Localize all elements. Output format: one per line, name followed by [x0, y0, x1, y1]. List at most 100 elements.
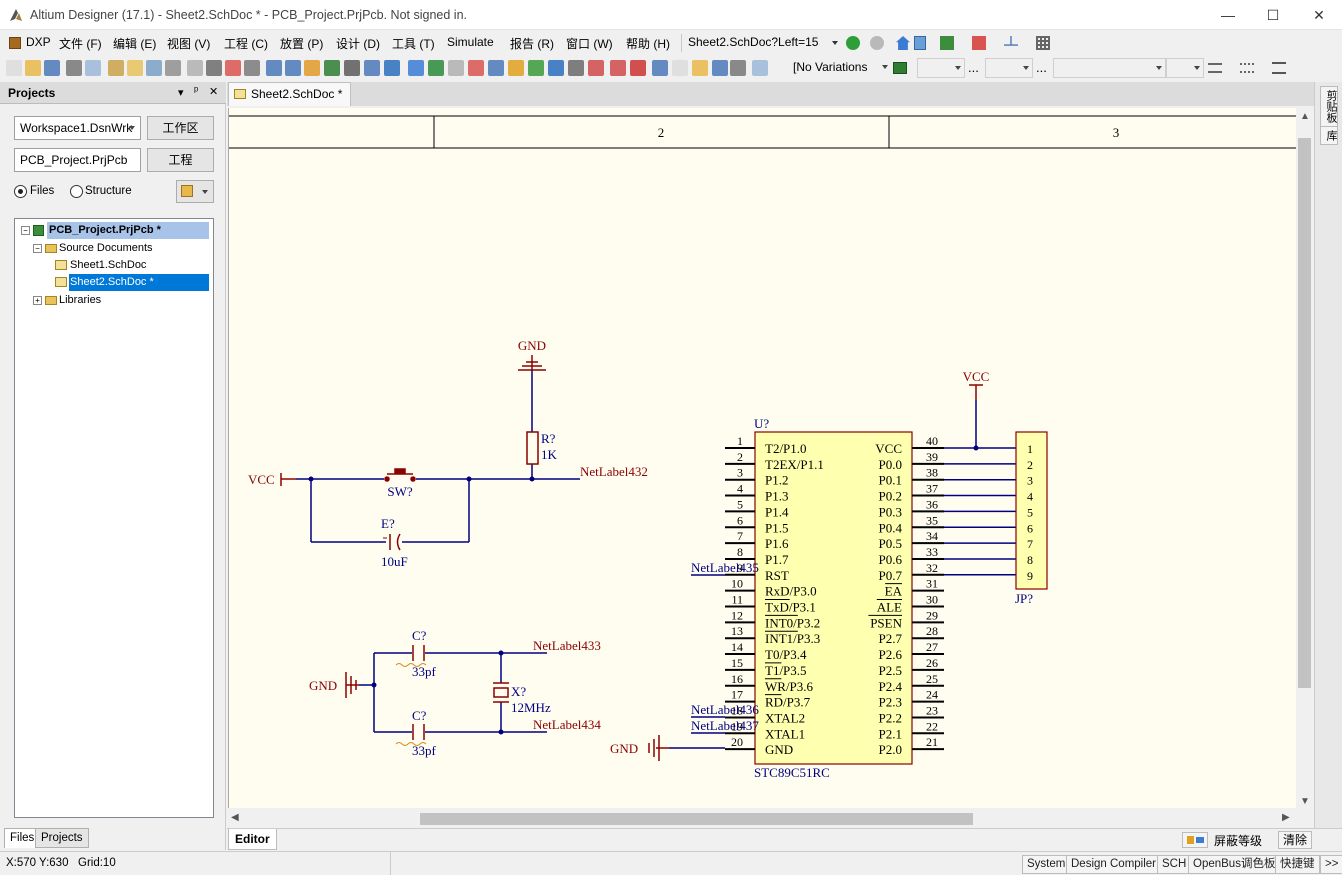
menu-help[interactable]: 帮助 (H) — [626, 35, 670, 52]
variant-icon[interactable] — [893, 62, 907, 74]
status-sch[interactable]: SCH — [1157, 855, 1192, 874]
more-2[interactable]: ... — [1036, 60, 1047, 75]
project-options-button[interactable] — [176, 180, 214, 203]
address-field[interactable]: Sheet2.SchDoc?Left=15 — [688, 35, 828, 49]
menu-design[interactable]: 设计 (D) — [336, 35, 380, 52]
toolbar-tool-icon[interactable] — [44, 60, 60, 76]
toolbar-tool-icon[interactable] — [85, 60, 101, 76]
status-shortcuts[interactable]: 快捷键 — [1275, 855, 1320, 874]
netlabel-433[interactable]: NetLabel433 — [533, 638, 601, 653]
netlabel-434[interactable]: NetLabel434 — [533, 717, 601, 732]
toolbar-tool-icon[interactable] — [165, 60, 181, 76]
ground-tool-icon[interactable] — [1004, 36, 1018, 46]
toolbar-tool-icon[interactable] — [692, 60, 708, 76]
toolbar-tool-icon[interactable] — [672, 60, 688, 76]
toolbar-tool-icon[interactable] — [428, 60, 444, 76]
toolbar-tool-icon[interactable] — [528, 60, 544, 76]
toolbar-tool-icon[interactable] — [588, 60, 604, 76]
toolbar-tool-icon[interactable] — [108, 60, 124, 76]
schematic-canvas[interactable]: 2 3 GND R? 1K VCC SW? NetLabel432 E? 10u… — [228, 108, 1296, 808]
toolbar-tool-icon[interactable] — [712, 60, 728, 76]
clipboard-tab[interactable]: 剪贴板 — [1320, 86, 1338, 127]
grid-icon[interactable] — [1036, 36, 1050, 50]
menu-tools[interactable]: 工具 (T) — [392, 35, 435, 52]
menu-view[interactable]: 视图 (V) — [167, 35, 210, 52]
menu-dxp[interactable]: DXP — [26, 35, 51, 49]
status-design-compiler[interactable]: Design Compiler — [1066, 855, 1162, 874]
netlabel-432[interactable]: NetLabel432 — [580, 464, 648, 479]
scroll-down-icon[interactable]: ▼ — [1300, 796, 1310, 807]
toolbar-tool-icon[interactable] — [285, 60, 301, 76]
horizontal-scrollbar[interactable]: ◀ ▶ — [228, 810, 1296, 827]
tree-item-source-documents[interactable]: − Source Documents — [33, 240, 209, 257]
structure-radio[interactable] — [70, 185, 83, 198]
tree-item-project[interactable]: − PCB_Project.PrjPcb * — [21, 222, 209, 239]
forward-arrow-icon[interactable] — [870, 36, 884, 50]
mask-filter-icon[interactable] — [1182, 832, 1208, 848]
toolbar-tool-icon[interactable] — [187, 60, 203, 76]
status-more[interactable]: >> — [1320, 855, 1342, 874]
toolbar-tool-icon[interactable] — [206, 60, 222, 76]
toolbar-tool-icon[interactable] — [730, 60, 746, 76]
toolbar-tool-icon[interactable] — [384, 60, 400, 76]
files-radio[interactable] — [14, 185, 27, 198]
status-openbus[interactable]: OpenBus调色板 — [1188, 855, 1281, 874]
toolbar-tool-icon[interactable] — [568, 60, 584, 76]
combo-4[interactable] — [1166, 58, 1204, 78]
netlabel-436[interactable]: NetLabel436 — [691, 702, 759, 717]
collapse-icon[interactable]: − — [21, 226, 30, 235]
toolbar-tool-icon[interactable] — [344, 60, 360, 76]
toolbar-tool-icon[interactable] — [6, 60, 22, 76]
netlabel-435[interactable]: NetLabel435 — [691, 560, 759, 575]
toolbar-tool-icon[interactable] — [146, 60, 162, 76]
editor-tab[interactable]: Editor — [228, 829, 277, 850]
clear-button[interactable]: 清除 — [1278, 831, 1313, 849]
workspace-button[interactable]: 工作区 — [147, 116, 214, 140]
distribute-icon[interactable] — [1240, 63, 1254, 73]
switch-symbol[interactable] — [384, 468, 416, 482]
tree-item-sheet1[interactable]: Sheet1.SchDoc — [55, 257, 209, 274]
expand-icon[interactable]: + — [33, 296, 42, 305]
toolbar-tool-icon[interactable] — [610, 60, 626, 76]
menu-edit[interactable]: 编辑 (E) — [113, 35, 156, 52]
menu-reports[interactable]: 报告 (R) — [510, 35, 554, 52]
toolbar-tool-icon[interactable] — [408, 60, 424, 76]
back-arrow-icon[interactable] — [846, 36, 860, 50]
crystal-symbol[interactable] — [493, 682, 509, 703]
library-tab[interactable]: 库 — [1320, 126, 1338, 145]
tree-item-sheet2[interactable]: Sheet2.SchDoc * — [55, 274, 209, 291]
toolbar-tool-icon[interactable] — [25, 60, 41, 76]
close-button[interactable]: ✕ — [1296, 0, 1342, 30]
toolbar-tool-icon[interactable] — [508, 60, 524, 76]
variations-select[interactable]: [No Variations — [790, 58, 910, 78]
status-system[interactable]: System — [1022, 855, 1071, 874]
toolbar-tool-icon[interactable] — [752, 60, 768, 76]
scroll-right-icon[interactable]: ▶ — [1282, 812, 1290, 823]
combo-1[interactable] — [917, 58, 965, 78]
toolbar-tool-icon[interactable] — [66, 60, 82, 76]
schematic-sheet[interactable]: 2 3 GND R? 1K VCC SW? NetLabel432 E? 10u… — [229, 108, 1296, 808]
toolbar-tool-icon[interactable] — [448, 60, 464, 76]
menu-file[interactable]: 文件 (F) — [59, 35, 102, 52]
menu-place[interactable]: 放置 (P) — [280, 35, 323, 52]
scroll-left-icon[interactable]: ◀ — [231, 812, 239, 823]
toolbar-tool-icon[interactable] — [364, 60, 380, 76]
toolbar-tool-icon[interactable] — [548, 60, 564, 76]
mask-level-button[interactable]: 屏蔽等级 — [1214, 832, 1262, 849]
toolbar-tool-icon[interactable] — [244, 60, 260, 76]
project-button[interactable]: 工程 — [147, 148, 214, 172]
tab-sheet2[interactable]: Sheet2.SchDoc * — [228, 82, 352, 106]
toolbar-tool-icon[interactable] — [304, 60, 320, 76]
align-icon[interactable] — [1208, 63, 1222, 73]
home-icon[interactable] — [896, 36, 910, 50]
menu-window[interactable]: 窗口 (W) — [566, 35, 613, 52]
capacitor-c1[interactable] — [412, 645, 425, 661]
toolbar-tool-icon[interactable] — [127, 60, 143, 76]
chart-icon[interactable] — [940, 36, 954, 50]
toolbar-tool-icon[interactable] — [630, 60, 646, 76]
menu-project[interactable]: 工程 (C) — [224, 35, 268, 52]
toolbar-tool-icon[interactable] — [324, 60, 340, 76]
layers-icon[interactable] — [972, 36, 986, 50]
menu-simulate[interactable]: Simulate — [447, 35, 494, 49]
scroll-up-icon[interactable]: ▲ — [1300, 111, 1310, 122]
